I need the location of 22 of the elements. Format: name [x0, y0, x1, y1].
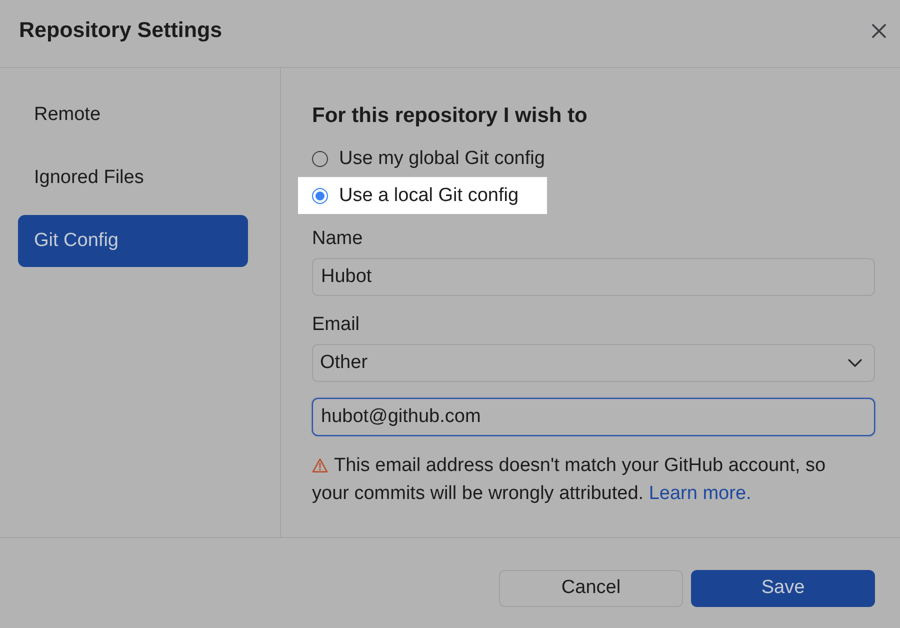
name-field[interactable]: Hubot	[312, 258, 875, 296]
radio-button[interactable]	[312, 188, 328, 204]
field-label: Name	[312, 227, 364, 251]
section-heading: For this repository I wish to	[312, 103, 588, 129]
learn-more-link[interactable]: Learn more.	[648, 483, 752, 504]
dialog-title: Repository Settings	[19, 18, 222, 44]
save-button[interactable]: Save	[691, 570, 875, 607]
sidebar-item[interactable]: Git Config	[18, 215, 248, 267]
warning-icon	[312, 458, 328, 473]
radio-label[interactable]: Use my global Git config	[339, 146, 545, 170]
chevron-down-icon	[848, 359, 862, 367]
email-field[interactable]: hubot@github.com	[312, 398, 875, 436]
sidebar-item[interactable]: Remote	[18, 89, 248, 141]
field-label: Email	[312, 313, 361, 337]
close-icon	[872, 24, 886, 38]
radio-button[interactable]	[312, 150, 328, 166]
sidebar-item[interactable]: Ignored Files	[18, 152, 248, 204]
cancel-button[interactable]: Cancel	[499, 570, 683, 607]
close-button[interactable]	[870, 22, 888, 40]
warning-message: This email address doesn't match your GitHub account, so your commits will be wrongly attributed. Learn more.	[312, 454, 827, 506]
radio-label[interactable]: Use a local Git config	[339, 184, 519, 208]
email-dropdown[interactable]: Other	[312, 344, 875, 382]
